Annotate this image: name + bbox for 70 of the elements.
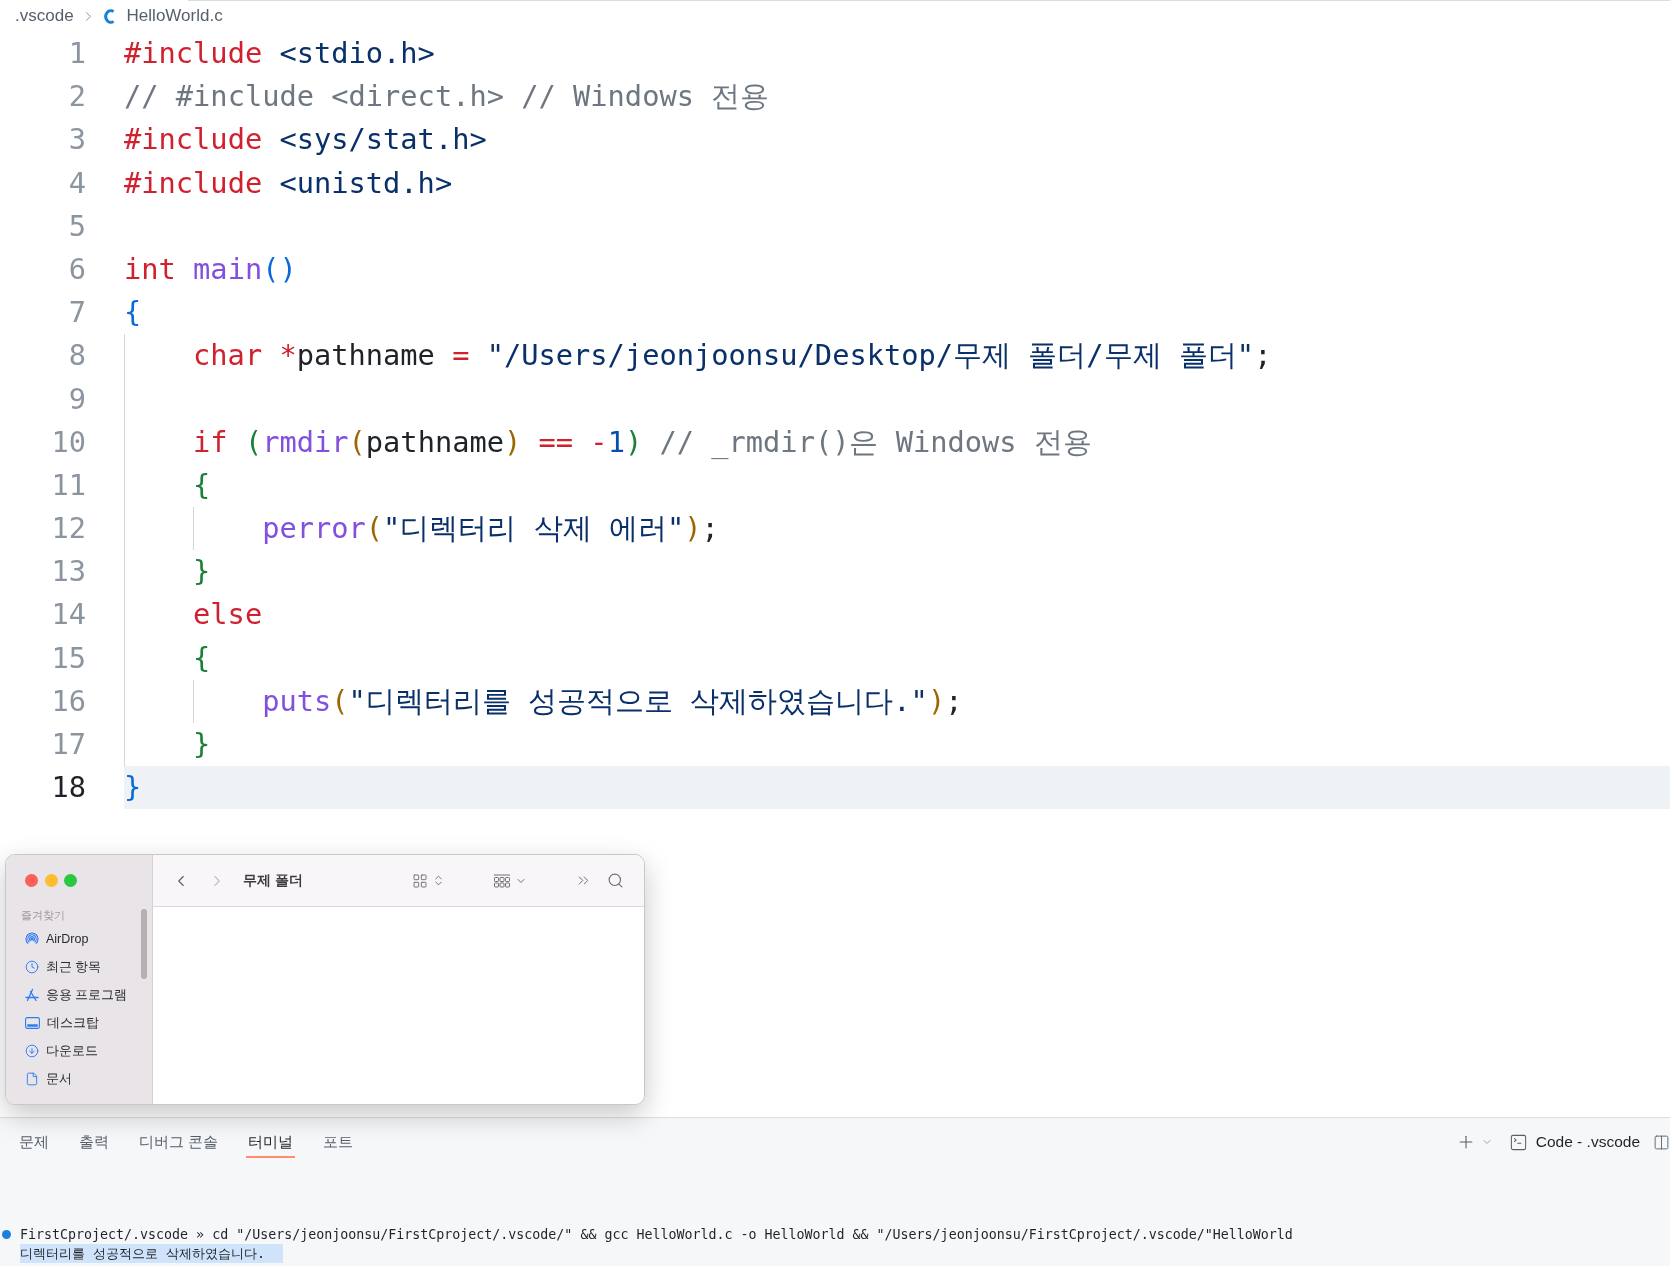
code-line: } [193,726,211,763]
line-number: 17 [51,726,86,763]
code-line: int main() [124,250,297,288]
line-number: 5 [68,207,86,245]
line-number: 12 [51,510,86,548]
clock-icon [25,960,39,974]
line-number: 10 [51,423,86,461]
code-line: } [193,553,211,591]
code-line: { [124,294,142,332]
sidebar-item[interactable]: 최근 항목 [16,953,108,981]
line-number: 6 [68,250,86,288]
window-zoom-icon[interactable] [64,874,77,887]
panel-tab[interactable]: 포트 [321,1126,356,1158]
scrollbar-thumb[interactable] [141,909,147,979]
item-group-icon[interactable] [493,873,511,888]
line-number: 3 [68,121,86,159]
line-number: 18 [51,769,86,807]
search-icon[interactable] [607,872,624,889]
code-line: char *pathname = "/Users/jeonjoonsu/Desktop/무제 폴더/무제 폴더"; [193,337,1272,375]
terminal-command: FirstCproject/.vscode » cd "/Users/jeonjoonsu/FirstCproject/.vscode/" && gcc HelloWorld.c -o HelloWorld && "/Users/jeonjoonsu/FirstCproject/.vscode/"HelloWorld [20,1226,1293,1244]
sidebar-item[interactable]: 다운로드 [16,1037,104,1065]
line-number: 15 [51,639,86,677]
signal-arcs-icon [25,932,39,946]
sidebar-item[interactable]: 문서 [16,1065,78,1093]
download-icon [25,1044,39,1058]
status-dot-icon [2,1230,11,1239]
code-line: if (rmdir(pathname) == -1) // _rmdir()은 Windows 전용 [193,423,1092,461]
document-icon [25,1072,39,1086]
panel-tab[interactable]: 문제 [17,1126,51,1158]
window-title: 무제 폴더 [243,871,303,890]
line-number: 2 [68,78,86,116]
sidebar-section-label: 즐겨찾기 [21,908,65,922]
breadcrumb-item[interactable]: HelloWorld.c [126,6,223,26]
terminal-name[interactable]: Code - .vscode [1535,1133,1640,1151]
code-line: perror("디렉터리 삭제 에러"); [262,510,719,548]
panel-tab[interactable]: 터미널 [246,1126,296,1158]
code-line: #include <unistd.h> [124,164,453,202]
line-number: 8 [68,337,86,375]
desktop-icon [25,1017,40,1029]
split-panel-icon[interactable] [1653,1133,1670,1151]
panel-tab[interactable]: 출력 [77,1126,111,1158]
sidebar-item[interactable]: AirDrop [16,925,95,953]
line-number: 4 [68,164,86,202]
line-number: 9 [68,380,86,418]
terminal-output: 디렉터리를 성공적으로 삭제하였습니다. [20,1244,284,1263]
line-number: 11 [51,466,86,504]
breadcrumb-item[interactable]: .vscode [15,6,74,26]
c-language-icon [102,7,115,25]
line-number: 13 [51,553,86,591]
line-number: 16 [51,682,86,720]
code-line: // #include <direct.h> // Windows 전용 [124,78,770,116]
sidebar-item[interactable]: 데스크탑 [16,1009,105,1037]
up-down-chevron-icon[interactable] [432,874,445,887]
line-number: 1 [68,35,86,72]
code-line: #include <stdio.h> [124,35,435,72]
terminal-icon[interactable] [1508,1132,1528,1152]
code-line: else [193,596,263,634]
code-line: { [193,639,211,677]
line-number: 7 [68,294,86,332]
code-line: #include <sys/stat.h> [124,121,487,159]
letter-a-icon [25,988,39,1002]
sidebar-item[interactable]: 응용 프로그램 [16,981,134,1009]
line-number: 14 [51,596,86,634]
window-close-icon[interactable] [25,874,38,887]
code-line: { [193,466,211,504]
code-line: } [124,769,142,807]
panel-tab[interactable]: 디버그 콘솔 [137,1126,221,1158]
code-line: puts("디렉터리를 성공적으로 삭제하였습니다."); [262,682,963,720]
grid-view-icon[interactable] [412,872,428,889]
window-minimize-icon[interactable] [44,874,58,887]
